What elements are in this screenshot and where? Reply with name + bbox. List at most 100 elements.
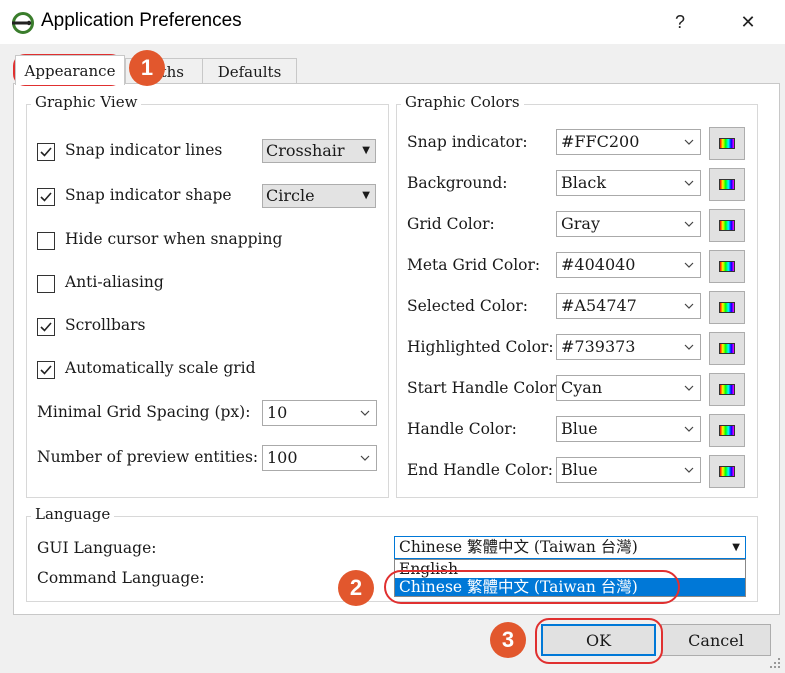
close-icon: ✕ bbox=[740, 11, 756, 32]
tab-defaults[interactable]: Defaults bbox=[202, 58, 297, 84]
preview-select[interactable]: 100 bbox=[262, 445, 377, 471]
select-value: Blue bbox=[561, 460, 598, 479]
snap-shape-label: Snap indicator shape bbox=[65, 186, 232, 204]
step-badge-3: 3 bbox=[490, 622, 526, 658]
color-picker-button[interactable] bbox=[709, 291, 745, 324]
chevron-down-icon bbox=[684, 303, 694, 309]
color-select[interactable]: Blue bbox=[556, 416, 701, 442]
tab-label: Defaults bbox=[217, 62, 282, 81]
color-picker-button[interactable] bbox=[709, 373, 745, 406]
color-select[interactable]: #404040 bbox=[556, 252, 701, 278]
color-row-label: Grid Color: bbox=[407, 215, 495, 233]
autoscale-checkbox[interactable] bbox=[37, 361, 55, 379]
dropdown-arrow-icon: ▼ bbox=[362, 145, 370, 156]
color-select[interactable]: Blue bbox=[556, 457, 701, 483]
group-title: Language bbox=[31, 505, 115, 523]
color-row-label: End Handle Color: bbox=[407, 461, 553, 479]
scrollbars-checkbox[interactable] bbox=[37, 318, 55, 336]
color-palette-icon bbox=[719, 220, 735, 231]
chevron-down-icon bbox=[684, 467, 694, 473]
color-row-label: Start Handle Color: bbox=[407, 379, 562, 397]
color-select[interactable]: Cyan bbox=[556, 375, 701, 401]
color-picker-button[interactable] bbox=[709, 332, 745, 365]
color-row-label: Snap indicator: bbox=[407, 133, 528, 151]
color-palette-icon bbox=[719, 466, 735, 477]
antialias-label: Anti-aliasing bbox=[65, 273, 164, 291]
color-picker-button[interactable] bbox=[709, 250, 745, 283]
color-palette-icon bbox=[719, 425, 735, 436]
tab-appearance[interactable]: Appearance bbox=[15, 55, 125, 85]
color-row-label: Highlighted Color: bbox=[407, 338, 554, 356]
select-value: Gray bbox=[561, 214, 601, 233]
graphic-view-group bbox=[26, 104, 389, 498]
step-badge-2: 2 bbox=[338, 570, 374, 606]
chevron-down-icon bbox=[360, 410, 370, 416]
select-value: #FFC200 bbox=[561, 132, 640, 151]
dropdown-arrow-icon: ▼ bbox=[362, 190, 370, 201]
chevron-down-icon bbox=[684, 262, 694, 268]
color-select[interactable]: #739373 bbox=[556, 334, 701, 360]
color-picker-button[interactable] bbox=[709, 127, 745, 160]
select-value: Crosshair bbox=[266, 141, 345, 160]
color-palette-icon bbox=[719, 261, 735, 272]
chevron-down-icon bbox=[684, 180, 694, 186]
window-title: Application Preferences bbox=[41, 10, 242, 31]
chevron-down-icon bbox=[684, 344, 694, 350]
color-picker-button[interactable] bbox=[709, 209, 745, 242]
autoscale-label: Automatically scale grid bbox=[65, 359, 256, 377]
color-select[interactable]: Gray bbox=[556, 211, 701, 237]
snap-lines-checkbox[interactable] bbox=[37, 143, 55, 161]
chevron-down-icon bbox=[684, 139, 694, 145]
select-value: Cyan bbox=[561, 378, 603, 397]
gui-language-select[interactable]: Chinese 繁體中文 (Taiwan 台灣) ▼ bbox=[394, 536, 746, 559]
color-select[interactable]: #A54747 bbox=[556, 293, 701, 319]
color-row-label: Selected Color: bbox=[407, 297, 528, 315]
select-value: Blue bbox=[561, 419, 598, 438]
snap-lines-select[interactable]: Crosshair ▼ bbox=[262, 139, 376, 163]
close-button[interactable]: ✕ bbox=[728, 8, 768, 36]
preview-label: Number of preview entities: bbox=[37, 448, 259, 466]
select-value: Circle bbox=[266, 186, 315, 205]
color-palette-icon bbox=[719, 138, 735, 149]
annotation-ring-ok bbox=[535, 618, 663, 664]
color-select[interactable]: #FFC200 bbox=[556, 129, 701, 155]
hide-cursor-label: Hide cursor when snapping bbox=[65, 230, 283, 248]
app-icon bbox=[11, 11, 35, 35]
min-grid-select[interactable]: 10 bbox=[262, 400, 377, 426]
color-palette-icon bbox=[719, 343, 735, 354]
select-value: #739373 bbox=[561, 337, 636, 356]
color-palette-icon bbox=[719, 179, 735, 190]
color-row-label: Meta Grid Color: bbox=[407, 256, 541, 274]
cancel-button[interactable]: Cancel bbox=[661, 624, 771, 656]
hide-cursor-checkbox[interactable] bbox=[37, 232, 55, 250]
color-row-label: Background: bbox=[407, 174, 508, 192]
snap-shape-select[interactable]: Circle ▼ bbox=[262, 184, 376, 208]
chevron-down-icon bbox=[360, 455, 370, 461]
group-title: Graphic View bbox=[31, 93, 142, 111]
dropdown-arrow-icon: ▼ bbox=[732, 542, 740, 553]
resize-grip-icon[interactable] bbox=[769, 655, 781, 668]
color-select[interactable]: Black bbox=[556, 170, 701, 196]
annotation-ring-language bbox=[384, 570, 680, 604]
color-row-label: Handle Color: bbox=[407, 420, 517, 438]
select-value: Black bbox=[561, 173, 607, 192]
chevron-down-icon bbox=[684, 385, 694, 391]
select-value: Chinese 繁體中文 (Taiwan 台灣) bbox=[399, 538, 638, 556]
scrollbars-label: Scrollbars bbox=[65, 316, 146, 334]
snap-shape-checkbox[interactable] bbox=[37, 188, 55, 206]
antialias-checkbox[interactable] bbox=[37, 275, 55, 293]
chevron-down-icon bbox=[684, 426, 694, 432]
chevron-down-icon bbox=[684, 221, 694, 227]
select-value: 10 bbox=[267, 403, 288, 422]
color-picker-button[interactable] bbox=[709, 455, 745, 488]
color-palette-icon bbox=[719, 384, 735, 395]
color-picker-button[interactable] bbox=[709, 414, 745, 447]
gui-language-label: GUI Language: bbox=[37, 539, 157, 557]
help-button[interactable]: ? bbox=[660, 8, 700, 36]
snap-lines-label: Snap indicator lines bbox=[65, 141, 223, 159]
color-picker-button[interactable] bbox=[709, 168, 745, 201]
select-value: #404040 bbox=[561, 255, 636, 274]
min-grid-label: Minimal Grid Spacing (px): bbox=[37, 403, 251, 421]
select-value: #A54747 bbox=[561, 296, 637, 315]
step-badge-1: 1 bbox=[129, 50, 165, 86]
